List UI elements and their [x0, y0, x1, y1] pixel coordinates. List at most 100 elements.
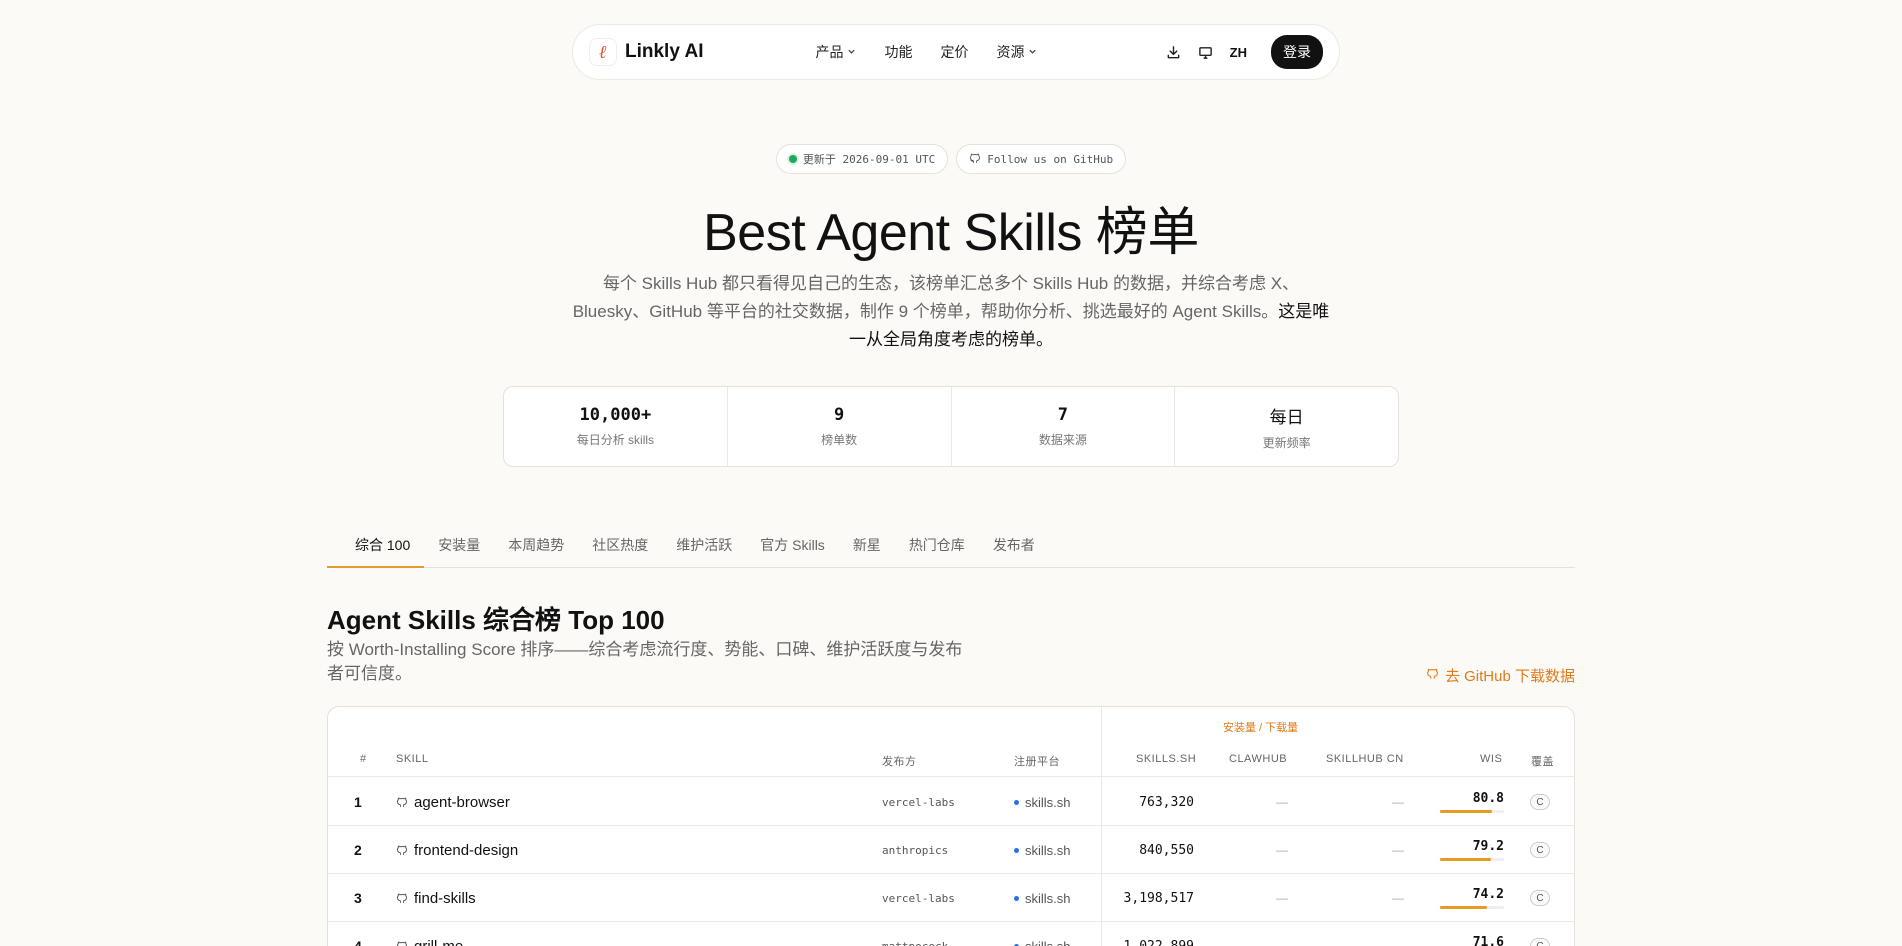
tab-publishers[interactable]: 发布者 [979, 528, 1049, 568]
skill-name[interactable]: grill-me [414, 938, 463, 946]
coverage-cell: C [1528, 922, 1552, 946]
wis-cell: 71.6 [1432, 922, 1504, 946]
clawhub-count: — [1276, 843, 1288, 857]
updated-text: 更新于 2026-09-01 UTC [802, 153, 936, 166]
tab-community[interactable]: 社区热度 [578, 528, 662, 568]
tab-official-skills[interactable]: 官方 Skills [746, 528, 839, 568]
header-coverage: 覆盖 [1531, 756, 1554, 768]
brand-logo[interactable]: ℓ Linkly AI [589, 38, 703, 66]
rank-cell: 2 [354, 842, 362, 858]
hero-badges: 更新于 2026-09-01 UTC Follow us on GitHub [0, 144, 1902, 174]
header-platform[interactable]: 注册平台 [1014, 753, 1060, 769]
stat-frequency: 每日 更新频率 [1175, 387, 1398, 466]
nav-item-products[interactable]: 产品 [815, 42, 856, 62]
monitor-icon[interactable] [1198, 44, 1214, 60]
stat-value: 每日 [1269, 407, 1304, 428]
skillhub-cn-count: — [1392, 891, 1404, 905]
wis-bar-fill [1440, 810, 1492, 813]
coverage-cell: C [1528, 874, 1552, 922]
skill-cell[interactable]: find-skills [396, 874, 476, 922]
header-skillhub-cn[interactable]: SKILLHUB CN [1326, 753, 1404, 765]
header-clawhub[interactable]: CLAWHUB [1229, 753, 1287, 765]
wis-score: 79.2 [1472, 839, 1504, 854]
stat-sources: 7 数据来源 [952, 387, 1176, 466]
wis-score: 71.6 [1472, 935, 1504, 946]
chevron-down-icon [1028, 47, 1037, 58]
github-follow-button[interactable]: Follow us on GitHub [956, 144, 1127, 174]
skill-cell[interactable]: frontend-design [396, 826, 518, 874]
clawhub-count: — [1276, 795, 1288, 809]
table-row[interactable]: 1 agent-browser vercel-labs skills.sh 763,32… [328, 778, 1574, 826]
header-skill[interactable]: SKILL [396, 753, 428, 765]
publisher-cell[interactable]: anthropics [882, 826, 948, 874]
nav-item-label: 资源 [996, 44, 1025, 60]
rank-cell: 1 [354, 794, 362, 810]
wis-bar [1440, 858, 1504, 861]
coverage-badge: C [1530, 890, 1550, 906]
coverage-badge: C [1530, 842, 1550, 858]
header-publisher[interactable]: 发布方 [882, 753, 917, 769]
table-row[interactable]: 4 grill-me mattpocock skills.sh 1,022,899 — — 7… [328, 922, 1574, 946]
wis-cell: 74.2 [1432, 874, 1504, 922]
tab-maintenance[interactable]: 维护活跃 [662, 528, 746, 568]
skills-table: 安装量 / 下载量 # SKILL 发布方 注册平台 SKILLS.SH CLA… [327, 706, 1575, 946]
stat-label: 榜单数 [821, 433, 858, 447]
github-follow-label: Follow us on GitHub [987, 152, 1114, 166]
platform-cell: skills.sh [1014, 922, 1071, 946]
stat-label: 每日分析 skills [576, 433, 655, 447]
stat-label: 数据来源 [1038, 433, 1087, 447]
publisher-cell[interactable]: vercel-labs [882, 778, 955, 826]
skill-name[interactable]: agent-browser [414, 794, 510, 811]
status-dot-icon [788, 155, 797, 163]
skills-sh-count: 1,022,899 [1123, 938, 1194, 946]
wis-bar-fill [1440, 906, 1488, 909]
chevron-down-icon [847, 47, 856, 58]
table-row[interactable]: 3 find-skills vercel-labs skills.sh 3,198,51… [328, 874, 1574, 922]
header-wis[interactable]: WIS [1480, 753, 1502, 765]
nav-item-label: 功能 [884, 44, 913, 60]
coverage-badge: C [1530, 938, 1550, 946]
tab-installs[interactable]: 安装量 [424, 528, 494, 568]
github-icon [396, 796, 408, 808]
tab-popular-repos[interactable]: 热门仓库 [895, 528, 979, 568]
section-description: 按 Worth-Installing Score 排序——综合考虑流行度、势能、… [327, 640, 963, 683]
header-skills-sh[interactable]: SKILLS.SH [1136, 753, 1196, 765]
skill-name[interactable]: find-skills [414, 890, 476, 907]
coverage-cell: C [1528, 826, 1552, 874]
page-subtitle: 每个 Skills Hub 都只看得见自己的生态，该榜单汇总多个 Skills … [571, 270, 1331, 354]
tab-overall-100[interactable]: 综合 100 [327, 528, 425, 568]
platform-dot-icon [1014, 799, 1019, 805]
github-download-link[interactable]: 去 GitHub 下载数据 [1426, 665, 1575, 686]
skill-cell[interactable]: grill-me [396, 922, 463, 946]
download-icon[interactable] [1166, 44, 1182, 60]
github-icon [969, 152, 981, 167]
header-rank: # [360, 753, 367, 765]
github-icon [396, 940, 408, 946]
login-button[interactable]: 登录 [1271, 35, 1323, 69]
table-header: # SKILL 发布方 注册平台 SKILLS.SH CLAWHUB SKILL… [328, 745, 1574, 777]
stat-skills: 10,000+ 每日分析 skills [504, 387, 728, 466]
platform-name: skills.sh [1025, 938, 1071, 946]
nav-item-resources[interactable]: 资源 [996, 42, 1037, 62]
wis-score: 80.8 [1472, 791, 1504, 806]
language-switch[interactable]: ZH [1230, 45, 1247, 60]
nav-item-features[interactable]: 功能 [884, 42, 912, 62]
tab-weekly-trend[interactable]: 本周趋势 [494, 528, 578, 568]
table-row[interactable]: 2 frontend-design anthropics skills.sh 840,5… [328, 826, 1574, 874]
stat-leaderboards: 9 榜单数 [728, 387, 952, 466]
brand-name: Linkly AI [625, 41, 704, 62]
stat-value: 10,000+ [579, 405, 652, 425]
leaderboard-tabs: 综合 100 安装量 本周趋势 社区热度 维护活跃 官方 Skills 新星 热… [327, 528, 1575, 568]
skills-sh-count: 763,320 [1139, 794, 1194, 810]
wis-cell: 80.8 [1432, 778, 1504, 826]
platform-dot-icon [1014, 895, 1019, 901]
publisher-cell[interactable]: vercel-labs [882, 874, 955, 922]
nav-item-pricing[interactable]: 定价 [940, 42, 968, 62]
rank-cell: 4 [354, 938, 362, 946]
skill-cell[interactable]: agent-browser [396, 778, 510, 826]
publisher-cell[interactable]: mattpocock [882, 922, 948, 946]
tab-rising-stars[interactable]: 新星 [839, 528, 895, 568]
skill-name[interactable]: frontend-design [414, 842, 518, 859]
linkly-logo-icon: ℓ [589, 38, 617, 66]
nav-item-label: 产品 [815, 44, 844, 60]
